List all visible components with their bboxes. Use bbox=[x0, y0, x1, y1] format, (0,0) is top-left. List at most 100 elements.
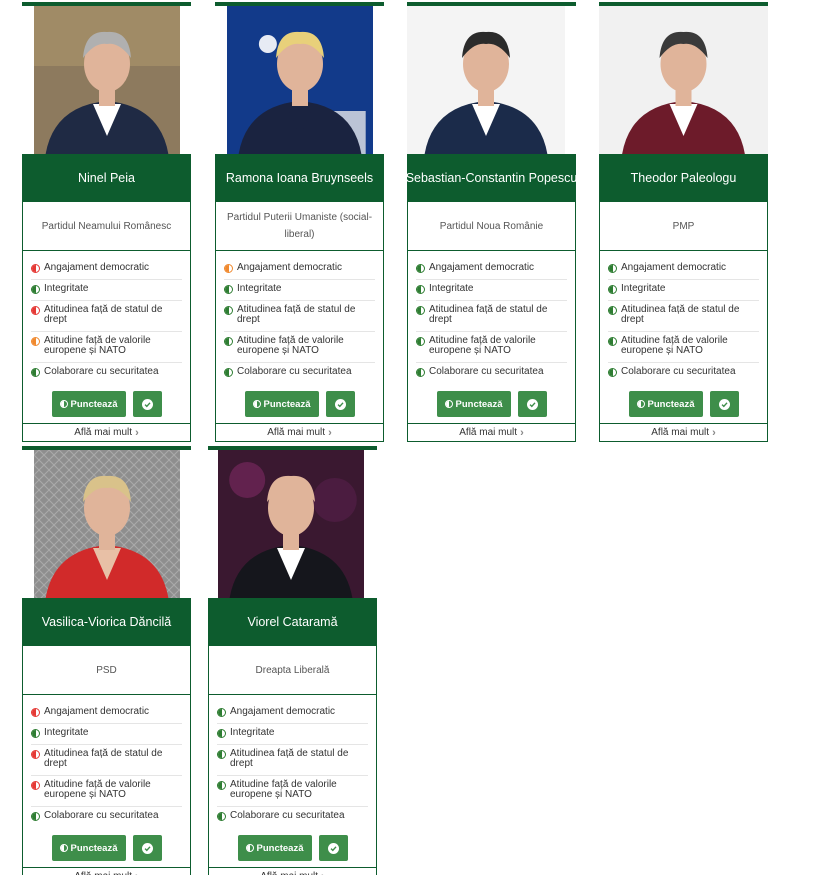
half-circle-status-icon bbox=[416, 306, 425, 315]
learn-more-label: Află mai mult bbox=[651, 427, 710, 438]
chevron-right-icon: › bbox=[135, 426, 139, 439]
criterion-row: Colaborare cu securitatea bbox=[31, 363, 182, 384]
half-circle-status-icon bbox=[217, 812, 226, 821]
criterion-label: Colaborare cu securitatea bbox=[230, 810, 345, 821]
half-circle-icon bbox=[444, 400, 453, 408]
criterion-row: Colaborare cu securitatea bbox=[608, 363, 759, 384]
criteria-list: Angajament democratic Integritate Atitudin… bbox=[23, 251, 190, 384]
candidate-name[interactable]: Theodor Paleologu bbox=[600, 154, 767, 202]
half-circle-status-icon bbox=[31, 708, 40, 717]
half-circle-status-icon bbox=[31, 729, 40, 738]
criterion-label: Atitudinea față de statul de drept bbox=[44, 748, 163, 769]
check-button[interactable] bbox=[325, 391, 355, 417]
criterion-row: Colaborare cu securitatea bbox=[217, 807, 368, 828]
candidate-party: Dreapta Liberală bbox=[209, 646, 376, 695]
candidate-party: PMP bbox=[600, 202, 767, 251]
candidate-photo[interactable] bbox=[208, 446, 377, 598]
check-button[interactable] bbox=[709, 391, 739, 417]
half-circle-status-icon bbox=[31, 264, 40, 273]
half-circle-status-icon bbox=[224, 337, 233, 346]
criterion-row: Angajament democratic bbox=[608, 259, 759, 280]
criterion-label: Integritate bbox=[44, 727, 89, 738]
candidate-name[interactable]: Ramona Ioana Bruynseels bbox=[216, 154, 383, 202]
score-button-label: Punctează bbox=[263, 398, 311, 410]
card-actions: Punctează bbox=[209, 828, 376, 867]
check-button[interactable] bbox=[318, 835, 348, 861]
criterion-label: Atitudine față de valorile europene și N… bbox=[44, 779, 151, 800]
criterion-row: Atitudinea față de statul de drept bbox=[608, 301, 759, 332]
criteria-list: Angajament democratic Integritate Atitudin… bbox=[216, 251, 383, 384]
half-circle-icon bbox=[245, 844, 254, 852]
half-circle-status-icon bbox=[217, 750, 226, 759]
half-circle-status-icon bbox=[31, 337, 40, 346]
criterion-row: Colaborare cu securitatea bbox=[224, 363, 375, 384]
candidate-photo[interactable] bbox=[22, 446, 191, 598]
check-button[interactable] bbox=[132, 391, 162, 417]
half-circle-status-icon bbox=[31, 306, 40, 315]
criterion-label: Colaborare cu securitatea bbox=[621, 366, 736, 377]
learn-more-link[interactable]: Află mai mult› bbox=[209, 867, 376, 875]
check-button[interactable] bbox=[517, 391, 547, 417]
criterion-label: Colaborare cu securitatea bbox=[237, 366, 352, 377]
criterion-label: Colaborare cu securitatea bbox=[44, 366, 159, 377]
half-circle-status-icon bbox=[31, 285, 40, 294]
criterion-label: Atitudinea față de statul de drept bbox=[621, 304, 740, 325]
criterion-label: Atitudinea față de statul de drept bbox=[230, 748, 349, 769]
half-circle-status-icon bbox=[31, 750, 40, 759]
score-button[interactable]: Punctează bbox=[237, 835, 312, 861]
score-button[interactable]: Punctează bbox=[51, 835, 126, 861]
half-circle-icon bbox=[59, 400, 68, 408]
score-button-label: Punctează bbox=[455, 398, 503, 410]
criterion-label: Integritate bbox=[429, 283, 474, 294]
criterion-label: Atitudine față de valorile europene și N… bbox=[44, 335, 151, 356]
learn-more-link[interactable]: Află mai mult› bbox=[600, 423, 767, 441]
candidate-card-body: Theodor Paleologu PMP Angajament democrati… bbox=[599, 154, 768, 442]
half-circle-status-icon bbox=[608, 264, 617, 273]
score-button[interactable]: Punctează bbox=[51, 391, 126, 417]
score-button[interactable]: Punctează bbox=[436, 391, 511, 417]
half-circle-status-icon bbox=[31, 812, 40, 821]
candidate-photo[interactable] bbox=[215, 2, 384, 154]
learn-more-link[interactable]: Află mai mult› bbox=[23, 423, 190, 441]
candidate-name[interactable]: Ninel Peia bbox=[23, 154, 190, 202]
candidate-photo[interactable] bbox=[407, 2, 576, 154]
learn-more-link[interactable]: Află mai mult› bbox=[408, 423, 575, 441]
criterion-label: Angajament democratic bbox=[429, 262, 535, 273]
learn-more-link[interactable]: Află mai mult› bbox=[23, 867, 190, 875]
candidate-photo[interactable] bbox=[22, 2, 191, 154]
score-button[interactable]: Punctează bbox=[628, 391, 703, 417]
half-circle-status-icon bbox=[608, 285, 617, 294]
criterion-row: Angajament democratic bbox=[224, 259, 375, 280]
chevron-right-icon: › bbox=[712, 426, 716, 439]
criterion-label: Angajament democratic bbox=[621, 262, 727, 273]
score-button-label: Punctează bbox=[70, 398, 118, 410]
candidate-card-body: Sebastian-Constantin Popescu Partidul Nou… bbox=[406, 154, 577, 442]
criterion-label: Atitudine față de valorile europene și N… bbox=[230, 779, 337, 800]
half-circle-status-icon bbox=[31, 368, 40, 377]
card-actions: Punctează bbox=[600, 384, 767, 423]
score-button[interactable]: Punctează bbox=[244, 391, 319, 417]
criterion-label: Angajament democratic bbox=[44, 706, 150, 717]
criterion-row: Integritate bbox=[608, 280, 759, 301]
candidate-photo[interactable] bbox=[599, 2, 768, 154]
candidate-name[interactable]: Sebastian-Constantin Popescu bbox=[406, 154, 577, 202]
half-circle-status-icon bbox=[608, 306, 617, 315]
candidate-name[interactable]: Viorel Cataramă bbox=[209, 598, 376, 646]
learn-more-link[interactable]: Află mai mult› bbox=[216, 423, 383, 441]
check-circle-icon bbox=[526, 398, 538, 410]
half-circle-icon bbox=[636, 400, 645, 408]
candidate-card: Sebastian-Constantin Popescu Partidul Nou… bbox=[406, 2, 577, 442]
criterion-label: Integritate bbox=[621, 283, 666, 294]
candidate-name[interactable]: Vasilica-Viorica Dăncilă bbox=[23, 598, 190, 646]
candidate-card-body: Ramona Ioana Bruynseels Partidul Puterii … bbox=[215, 154, 384, 442]
candidate-card-body: Viorel Cataramă Dreapta Liberală Angajamen… bbox=[208, 598, 377, 875]
learn-more-label: Află mai mult bbox=[74, 871, 132, 875]
candidate-grid: Ninel Peia Partidul Neamului Românesc Anga… bbox=[0, 0, 821, 875]
card-actions: Punctează bbox=[23, 384, 190, 423]
criterion-label: Angajament democratic bbox=[44, 262, 150, 273]
criterion-row: Angajament democratic bbox=[217, 703, 368, 724]
half-circle-status-icon bbox=[217, 729, 226, 738]
check-button[interactable] bbox=[132, 835, 162, 861]
chevron-right-icon: › bbox=[328, 426, 332, 439]
candidate-card: Theodor Paleologu PMP Angajament democrati… bbox=[599, 2, 768, 442]
